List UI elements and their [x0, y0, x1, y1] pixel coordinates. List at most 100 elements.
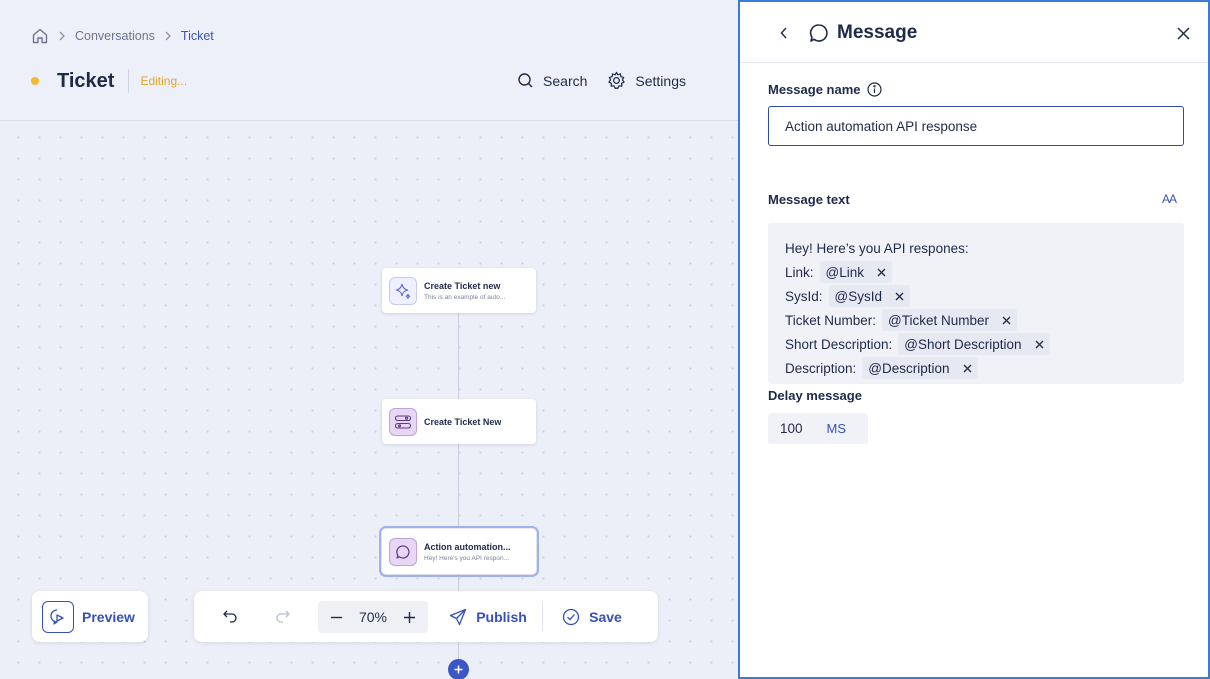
node-title: Create Ticket new: [424, 280, 501, 291]
preview-icon: [42, 600, 74, 633]
message-intro: Hey! Here’s you API respones:: [785, 240, 969, 256]
back-button[interactable]: [774, 23, 794, 43]
variable-tag: @Ticket Number: [882, 309, 1018, 331]
toolbar-divider: [542, 602, 543, 631]
plus-icon: [454, 665, 463, 674]
panel-title: Message: [837, 22, 918, 43]
close-button[interactable]: [1172, 22, 1194, 44]
chat-bubble-icon: [389, 537, 417, 566]
title-row: Ticket Editing...: [31, 68, 187, 94]
flow-canvas-area: Conversations Ticket Ticket Editing... S…: [0, 0, 738, 679]
delay-input[interactable]: 100 MS: [768, 413, 868, 444]
zoom-level: 70%: [358, 609, 388, 625]
remove-tag-icon[interactable]: [895, 292, 904, 301]
message-text-label-text: Message text: [768, 192, 850, 207]
preview-button[interactable]: Preview: [32, 591, 148, 642]
delay-unit: MS: [826, 421, 847, 436]
variable-tag: @Description: [862, 357, 978, 379]
zoom-in-button[interactable]: [399, 607, 420, 628]
page-header: Conversations Ticket Ticket Editing... S…: [0, 0, 738, 121]
close-icon: [1176, 26, 1190, 40]
save-label: Save: [589, 608, 622, 625]
add-node-button[interactable]: [448, 659, 469, 679]
flow-node-action-automation[interactable]: Action automation... Hey! Here's you API…: [379, 526, 539, 577]
redo-button[interactable]: [268, 591, 296, 642]
home-icon[interactable]: [31, 27, 49, 45]
settings-label: Settings: [635, 72, 686, 89]
message-text-label: Message text: [768, 192, 850, 207]
save-button[interactable]: Save: [560, 591, 624, 642]
zoom-out-button[interactable]: [326, 607, 347, 628]
message-name-label: Message name: [768, 82, 882, 97]
publish-label: Publish: [476, 608, 527, 625]
delay-message-label-text: Delay message: [768, 388, 862, 403]
variable-tag-label: @Ticket Number: [888, 312, 990, 328]
connector-line: [458, 313, 459, 399]
breadcrumb-ticket[interactable]: Ticket: [181, 29, 214, 43]
remove-tag-icon[interactable]: [1002, 316, 1011, 325]
flow-node-create-ticket-new[interactable]: Create Ticket New: [382, 399, 536, 444]
delay-value: 100: [780, 421, 803, 436]
node-subtitle: Hey! Here's you API respon...: [424, 554, 510, 562]
node-subtitle: This is an example of auto...: [424, 293, 506, 301]
status-dot: [31, 77, 39, 85]
message-line-label: Ticket Number:: [785, 312, 877, 328]
breadcrumb-conversations[interactable]: Conversations: [75, 29, 155, 43]
page-title: Ticket: [57, 69, 115, 92]
remove-tag-icon[interactable]: [1035, 340, 1044, 349]
connector-line: [458, 444, 459, 528]
message-line: Short Description: @Short Description: [785, 332, 1167, 356]
search-label: Search: [543, 72, 588, 89]
message-name-input[interactable]: [768, 106, 1184, 146]
publish-button[interactable]: Publish: [448, 591, 528, 642]
message-line-label: Short Description:: [785, 336, 893, 352]
message-panel: Message Message name Message text AA Hey…: [738, 0, 1210, 679]
variable-tag: @Link: [819, 261, 893, 283]
node-title: Action automation...: [424, 541, 511, 552]
panel-header: Message: [740, 2, 1208, 63]
sparkle-icon: [389, 276, 417, 305]
text-format-button[interactable]: AA: [1162, 192, 1177, 206]
undo-button[interactable]: [216, 591, 244, 642]
redo-icon: [275, 610, 290, 623]
message-text-editor[interactable]: Hey! Here’s you API respones: Link: @Lin…: [768, 223, 1184, 384]
node-title: Create Ticket New: [424, 416, 502, 427]
message-line-label: SysId:: [785, 288, 823, 304]
preview-label: Preview: [82, 608, 135, 625]
variable-tag: @Short Description: [898, 333, 1050, 355]
message-line: SysId: @SysId: [785, 284, 1167, 308]
variable-tag-label: @Link: [825, 264, 865, 280]
message-line-label: Description:: [785, 360, 857, 376]
header-actions: Search Settings: [517, 71, 686, 90]
variable-tag-label: @Short Description: [904, 336, 1022, 352]
settings-button[interactable]: Settings: [607, 71, 686, 90]
message-line: Ticket Number: @Ticket Number: [785, 308, 1167, 332]
chevron-right-icon: [164, 31, 172, 41]
variable-tag-label: @SysId: [834, 288, 882, 304]
flow-node-create-ticket[interactable]: Create Ticket new This is an example of …: [382, 268, 536, 313]
remove-tag-icon[interactable]: [877, 268, 886, 277]
message-line-label: Link:: [785, 264, 814, 280]
delay-message-label: Delay message: [768, 388, 862, 403]
editing-status: Editing...: [140, 74, 188, 88]
flow-icon: [389, 407, 417, 436]
search-button[interactable]: Search: [517, 72, 587, 89]
title-divider: [128, 69, 130, 93]
message-line: Link: @Link: [785, 260, 1167, 284]
variable-tag: @SysId: [828, 285, 910, 307]
message-intro-line: Hey! Here’s you API respones:: [785, 236, 1167, 260]
info-icon[interactable]: [866, 82, 882, 97]
chevron-right-icon: [58, 31, 66, 41]
undo-icon: [222, 610, 238, 623]
canvas-toolbar: 70% Publish Save: [194, 591, 658, 642]
message-line: Description: @Description: [785, 356, 1167, 380]
message-name-label-text: Message name: [768, 82, 861, 97]
gear-icon: [607, 71, 626, 90]
remove-tag-icon[interactable]: [963, 364, 972, 373]
variable-tag-label: @Description: [868, 360, 950, 376]
breadcrumb: Conversations Ticket: [31, 27, 214, 45]
search-icon: [517, 72, 534, 89]
check-circle-icon: [562, 608, 580, 626]
send-icon: [449, 608, 467, 626]
zoom-control: 70%: [318, 601, 428, 633]
